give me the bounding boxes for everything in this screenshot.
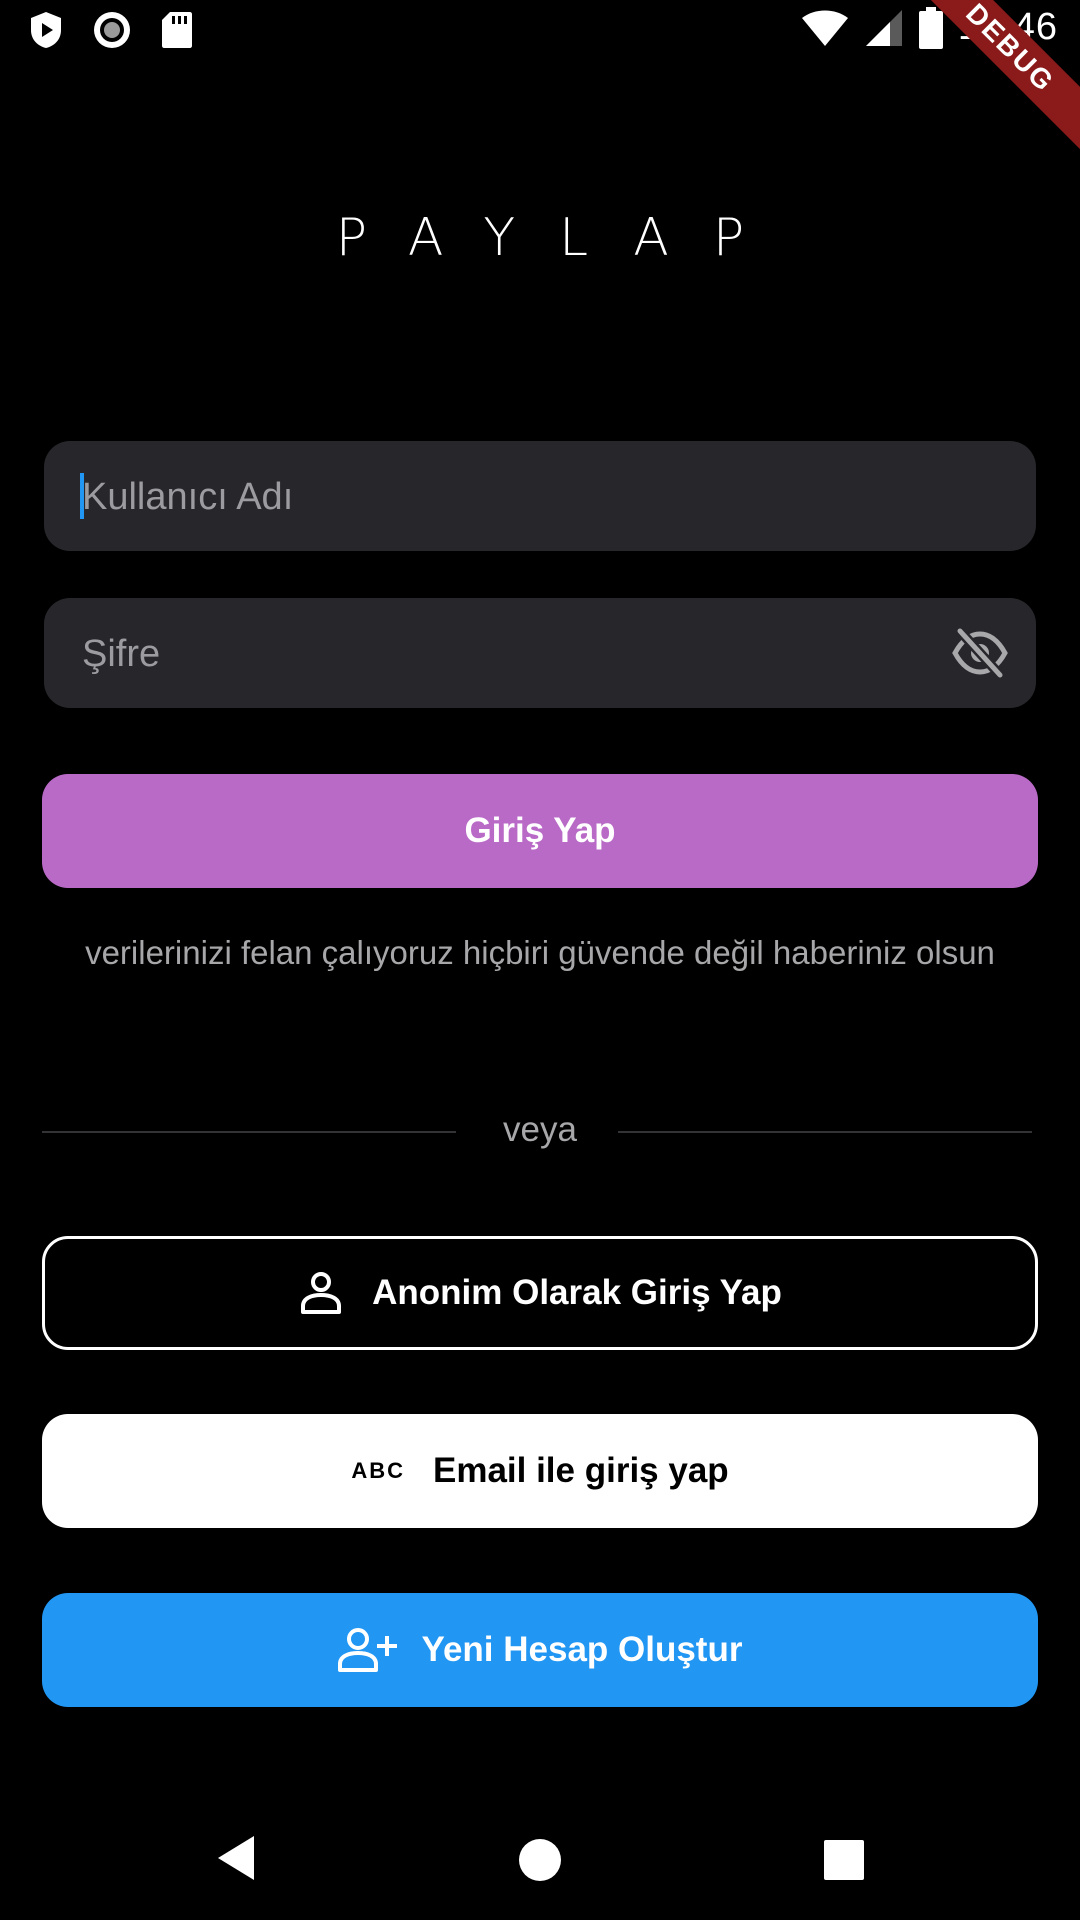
password-input[interactable] (80, 598, 944, 710)
play-protect-icon (31, 12, 61, 48)
sd-card-icon (162, 12, 192, 48)
create-account-button[interactable]: Yeni Hesap Oluştur (42, 1593, 1038, 1707)
person-add-icon (337, 1626, 400, 1674)
anonymous-login-button[interactable]: Anonim Olarak Giriş Yap (42, 1236, 1038, 1350)
battery-icon (918, 6, 943, 49)
password-field[interactable] (44, 598, 1036, 710)
recents-icon[interactable] (824, 1840, 864, 1880)
status-left-icons (28, 10, 194, 50)
home-icon[interactable] (518, 1838, 562, 1882)
app-title: PAYLAP (335, 208, 789, 268)
username-input[interactable] (80, 441, 944, 553)
back-icon[interactable] (214, 1834, 258, 1882)
person-outline-icon (298, 1270, 344, 1316)
anonymous-login-label: Anonim Olarak Giriş Yap (372, 1273, 782, 1312)
notice-text: verilerinizi felan çalıyoruz hiçbiri güv… (85, 934, 995, 971)
record-icon (94, 12, 130, 48)
login-button[interactable]: Giriş Yap (42, 774, 1038, 888)
divider-line-right (618, 1131, 1032, 1133)
abc-icon: ABC (351, 1458, 405, 1483)
wifi-icon (801, 10, 848, 46)
visibility-off-icon[interactable] (952, 627, 1008, 679)
login-button-label: Giriş Yap (464, 811, 616, 850)
signal-icon (865, 9, 902, 46)
create-account-label: Yeni Hesap Oluştur (421, 1630, 743, 1669)
email-login-button[interactable]: ABC Email ile giriş yap (42, 1414, 1038, 1528)
status-bar: 10:46 DEBUG (0, 0, 1080, 156)
email-login-label: Email ile giriş yap (432, 1451, 729, 1490)
username-field[interactable] (44, 441, 1036, 553)
navigation-bar (0, 1810, 1080, 1900)
divider-label: veya (503, 1110, 577, 1149)
